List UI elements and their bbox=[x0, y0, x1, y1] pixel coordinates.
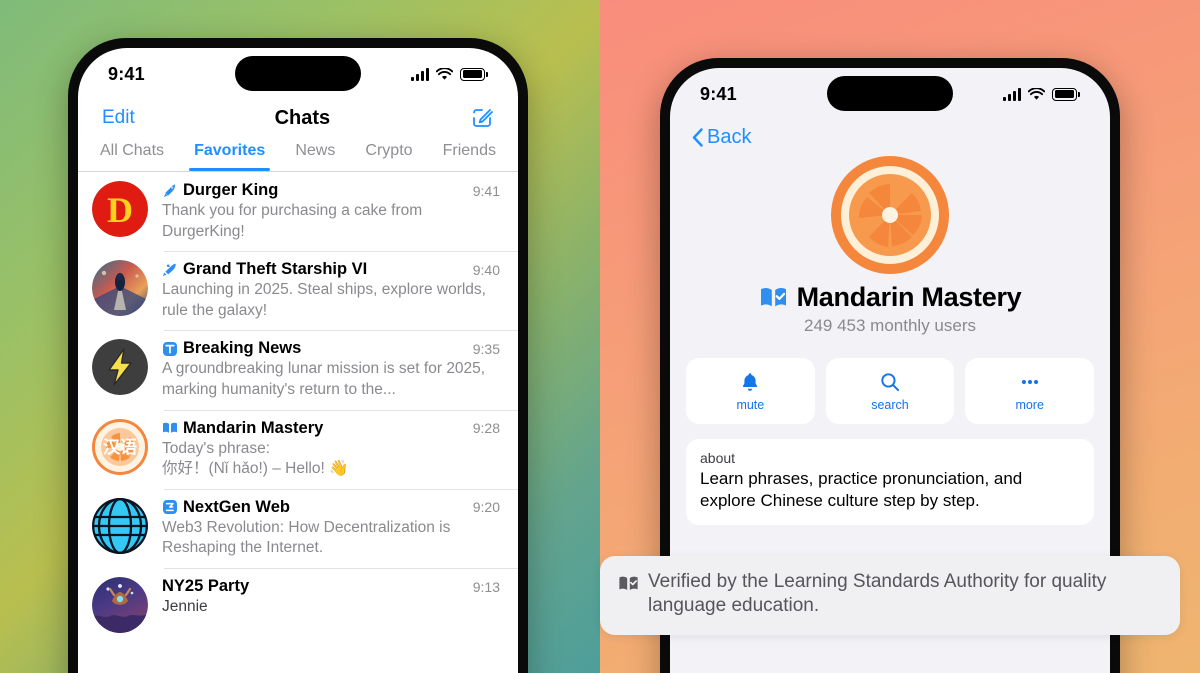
profile-actions: mute search more bbox=[670, 336, 1110, 424]
game-verified-badge bbox=[163, 263, 176, 276]
right-status-bar: 9:41 bbox=[670, 68, 1110, 120]
chat-preview: Launching in 2025. Steal ships, explore … bbox=[162, 281, 486, 319]
dynamic-island bbox=[827, 76, 953, 111]
chat-preview: Web3 Revolution: How Decentralization is… bbox=[162, 518, 451, 557]
mute-button[interactable]: mute bbox=[686, 358, 815, 424]
tab-crypto[interactable]: Crypto bbox=[365, 142, 412, 171]
tab-news[interactable]: News bbox=[295, 142, 335, 171]
dynamic-island bbox=[235, 56, 361, 91]
left-phone-frame: 9:41 Edit Chats All Chats Favorites News… bbox=[68, 38, 528, 673]
breaking-news-avatar bbox=[92, 339, 148, 396]
chat-preview: Jennie bbox=[162, 598, 208, 616]
cellular-bars-icon bbox=[411, 67, 429, 81]
book-check-gray-icon bbox=[619, 576, 638, 590]
verification-tooltip: Verified by the Learning Standards Autho… bbox=[600, 556, 1180, 635]
search-button[interactable]: search bbox=[825, 358, 955, 424]
chat-name: Grand Theft Starship VI bbox=[183, 260, 368, 279]
chat-name: NY25 Party bbox=[162, 577, 250, 596]
cellular-bars-icon bbox=[1003, 87, 1021, 101]
svg-text:D: D bbox=[107, 190, 133, 230]
chat-time: 9:40 bbox=[472, 261, 500, 278]
chat-list-item[interactable]: NextGen Web 9:20 Web3 Revolution: How De… bbox=[78, 488, 518, 568]
action-label: mute bbox=[736, 397, 765, 412]
chat-list-item[interactable]: D Durger King 9:41 Thank you for purchas… bbox=[78, 172, 518, 251]
chats-screen: 9:41 Edit Chats All Chats Favorites News… bbox=[78, 48, 518, 673]
book-verified-badge bbox=[163, 422, 177, 433]
chat-name: Breaking News bbox=[183, 339, 302, 358]
orange-slice-avatar bbox=[831, 156, 949, 274]
chat-name: NextGen Web bbox=[183, 497, 290, 516]
chevron-left-icon bbox=[692, 128, 703, 147]
globe-avatar bbox=[92, 497, 148, 554]
chat-list-item[interactable]: Breaking News 9:35 A groundbreaking luna… bbox=[78, 330, 518, 409]
bell-icon bbox=[743, 372, 758, 391]
status-time: 9:41 bbox=[700, 83, 737, 104]
page-title: Chats bbox=[274, 106, 331, 129]
tab-favorites[interactable]: Favorites bbox=[189, 142, 271, 171]
chat-preview: A groundbreaking lunar mission is set fo… bbox=[162, 360, 486, 399]
rocket-verified-badge bbox=[164, 184, 175, 197]
tab-friends[interactable]: Friends bbox=[443, 142, 496, 171]
edit-button[interactable]: Edit bbox=[102, 107, 135, 129]
book-check-verified-badge bbox=[760, 288, 786, 307]
chat-time: 9:20 bbox=[472, 499, 500, 516]
chat-preview: Today's phrase: 你好！(Nǐ hǎo!) – Hello! 👋 bbox=[162, 439, 349, 478]
about-label: about bbox=[700, 450, 736, 466]
chat-time: 9:28 bbox=[472, 420, 500, 437]
left-background-panel: 9:41 Edit Chats All Chats Favorites News… bbox=[0, 0, 600, 673]
mandarin-orange-avatar: 汉语 bbox=[92, 418, 148, 475]
profile-name: Mandarin Mastery bbox=[796, 282, 1022, 312]
chat-list-item[interactable]: NY25 Party 9:13 Jennie bbox=[78, 568, 518, 642]
ellipsis-icon bbox=[1021, 379, 1038, 384]
action-label: search bbox=[871, 397, 909, 412]
chat-filter-tabs: All Chats Favorites News Crypto Friends bbox=[78, 140, 518, 171]
chat-time: 9:13 bbox=[472, 578, 500, 595]
chat-time: 9:35 bbox=[472, 340, 500, 357]
chat-list: D Durger King 9:41 Thank you for purchas… bbox=[78, 172, 518, 643]
svg-text:汉语: 汉语 bbox=[103, 438, 137, 458]
chats-navbar: Edit Chats bbox=[78, 100, 518, 140]
news-t-verified-badge bbox=[163, 341, 177, 356]
web3-verified-badge bbox=[163, 500, 177, 515]
action-label: more bbox=[1015, 397, 1044, 412]
wifi-icon bbox=[436, 67, 453, 80]
chat-name: Durger King bbox=[183, 181, 279, 199]
tooltip-text: Verified by the Learning Standards Autho… bbox=[648, 571, 1107, 617]
wifi-icon bbox=[1028, 87, 1045, 100]
starship-game-avatar bbox=[92, 260, 148, 317]
compose-icon[interactable] bbox=[470, 106, 494, 130]
chat-name: Mandarin Mastery bbox=[183, 418, 324, 437]
about-card[interactable]: about Learn phrases, practice pronunciat… bbox=[686, 439, 1094, 526]
chat-list-item[interactable]: Grand Theft Starship VI 9:40 Launching i… bbox=[78, 251, 518, 330]
profile-title-row: Mandarin Mastery bbox=[670, 282, 1110, 313]
profile-subscribers: 249 453 monthly users bbox=[804, 316, 976, 335]
search-icon bbox=[881, 372, 900, 391]
chat-time: 9:41 bbox=[472, 182, 500, 199]
back-button[interactable]: Back bbox=[692, 126, 751, 149]
back-label: Back bbox=[707, 126, 752, 148]
chat-preview: Thank you for purchasing a cake from Dur… bbox=[162, 202, 423, 240]
battery-full-icon bbox=[460, 67, 488, 81]
durger-king-avatar: D bbox=[92, 181, 148, 237]
dual-phone-mockup: 9:41 Edit Chats All Chats Favorites News… bbox=[0, 0, 1200, 673]
status-time: 9:41 bbox=[108, 63, 145, 84]
more-button[interactable]: more bbox=[965, 358, 1095, 424]
profile-navbar: Back bbox=[670, 120, 1110, 152]
about-text: Learn phrases, practice pronunciation, a… bbox=[700, 469, 1023, 511]
battery-full-icon bbox=[1052, 87, 1080, 101]
left-status-bar: 9:41 bbox=[78, 48, 518, 100]
tab-all-chats[interactable]: All Chats bbox=[100, 142, 164, 171]
chat-list-item[interactable]: 汉语 Mandarin Mastery 9:28 Today's phrase:… bbox=[78, 409, 518, 489]
ny25-party-avatar bbox=[92, 577, 148, 634]
